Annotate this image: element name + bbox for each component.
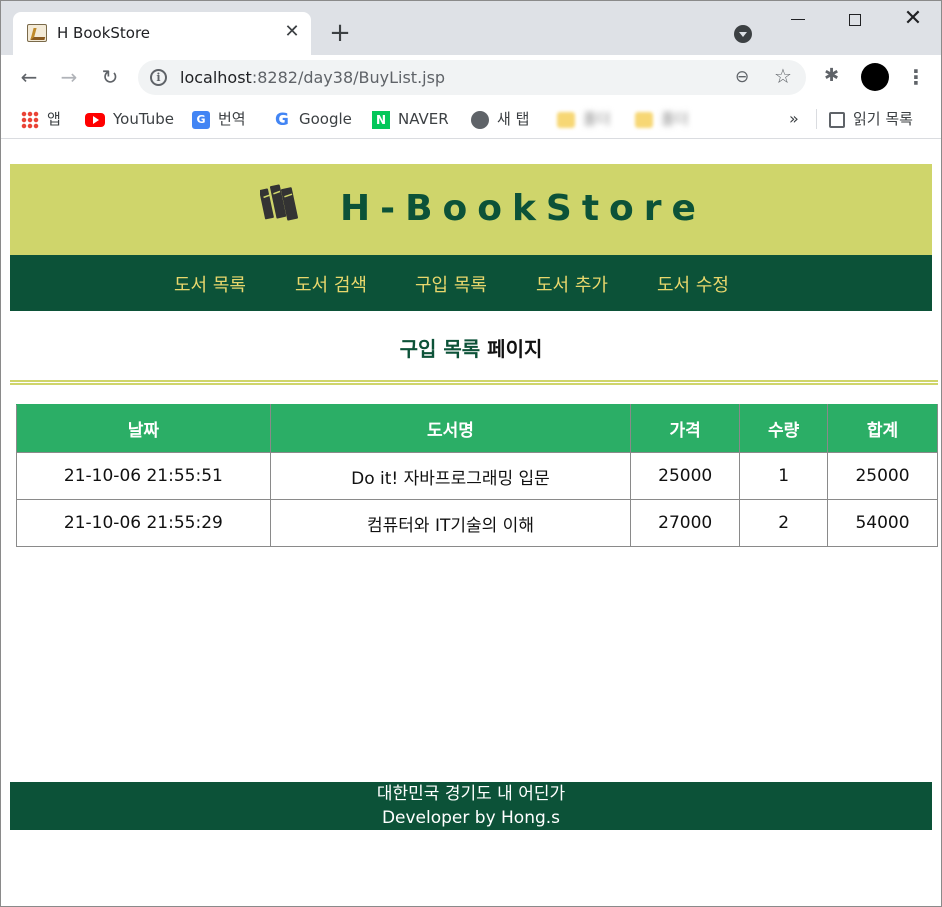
reading-list-label: 읽기 목록 (853, 110, 913, 128)
browser-tab[interactable]: H BookStore ✕ (13, 12, 311, 55)
bookmarks-divider (816, 109, 817, 129)
cell-date: 21-10-06 21:55:51 (16, 452, 271, 500)
nav-book-list[interactable]: 도서 목록 (174, 271, 246, 297)
bookmark-label-blurred: 폴더 (661, 110, 689, 128)
bookmark-label: NAVER (398, 110, 449, 128)
cell-date: 21-10-06 21:55:29 (16, 499, 271, 547)
site-header: H-BookStore (10, 164, 932, 255)
bookmark-apps[interactable]: 앱 (21, 108, 61, 130)
globe-icon (471, 110, 489, 129)
bookmark-label-blurred: 폴더 (583, 110, 611, 128)
bookmark-folder-blurred[interactable]: 폴더 (557, 108, 611, 130)
table-row: 21-10-06 21:55:29 컴퓨터와 IT기술의 이해 27000 2 … (16, 499, 938, 547)
reload-icon[interactable]: ↻ (97, 64, 123, 90)
site-info-icon[interactable]: i (150, 69, 167, 86)
browser-menu-icon[interactable]: ⋮ (906, 65, 926, 89)
bookmark-label: 새 탭 (497, 110, 530, 128)
column-header-date: 날짜 (16, 404, 271, 453)
table-row: 21-10-06 21:55:51 Do it! 자바프로그래밍 입문 2500… (16, 452, 938, 500)
browser-toolbar: ← → ↻ i localhost:8282/day38/BuyList.jsp… (1, 55, 941, 99)
site-nav: 도서 목록 도서 검색 구입 목록 도서 추가 도서 수정 (10, 255, 932, 311)
profile-avatar[interactable] (861, 63, 889, 91)
books-icon (260, 184, 299, 221)
maximize-window-button[interactable] (849, 14, 861, 26)
nav-book-edit[interactable]: 도서 수정 (657, 271, 729, 297)
translate-icon: G (192, 110, 210, 129)
tab-title: H BookStore (57, 24, 151, 42)
url-text[interactable]: localhost:8282/day38/BuyList.jsp (180, 68, 445, 87)
table-header-row: 날짜 도서명 가격 수량 합계 (16, 404, 938, 453)
extensions-puzzle-icon[interactable]: ✱ (824, 66, 844, 86)
cell-title: 컴퓨터와 IT기술의 이해 (269, 499, 632, 547)
cell-price: 27000 (630, 499, 741, 547)
page-title-main: 구입 목록 (399, 337, 481, 361)
column-header-price: 가격 (630, 404, 741, 453)
nav-book-add[interactable]: 도서 추가 (536, 271, 608, 297)
tab-close-icon[interactable]: ✕ (281, 21, 303, 43)
google-icon: G (275, 109, 289, 130)
new-tab-button[interactable]: + (327, 20, 353, 47)
reading-list-button[interactable]: 읽기 목록 (829, 108, 913, 130)
bookmark-label: 앱 (47, 110, 61, 128)
url-host: localhost (180, 68, 252, 87)
zoom-icon[interactable]: ⊖ (735, 68, 753, 86)
page-title: 구입 목록 페이지 (1, 333, 941, 362)
bookmark-star-icon[interactable]: ☆ (774, 66, 794, 86)
bookmark-new-tab[interactable]: 새 탭 (471, 108, 529, 130)
folder-icon (635, 111, 653, 128)
folder-icon (557, 111, 575, 128)
bookmark-folder-blurred[interactable]: 폴더 (635, 108, 689, 130)
youtube-icon (85, 112, 105, 127)
nav-book-search[interactable]: 도서 검색 (295, 271, 367, 297)
apps-grid-icon (21, 110, 39, 129)
column-header-total: 합계 (827, 404, 938, 453)
cell-price: 25000 (630, 452, 741, 500)
site-favicon-icon (27, 24, 47, 42)
back-arrow-icon[interactable]: ← (16, 64, 42, 90)
site-footer: 대한민국 경기도 내 어딘가 Developer by Hong.s (10, 782, 932, 830)
url-path: :8282/day38/BuyList.jsp (251, 68, 446, 87)
close-window-button[interactable]: ✕ (901, 7, 925, 31)
nav-purchase-list[interactable]: 구입 목록 (415, 271, 487, 297)
tab-strip: H BookStore ✕ + ✕ (1, 1, 941, 55)
naver-icon: N (372, 110, 390, 129)
column-header-quantity: 수량 (739, 404, 829, 453)
bookmark-label: 번역 (218, 110, 246, 128)
cell-total: 25000 (827, 452, 938, 500)
bookmarks-bar: 앱 YouTube G 번역 G Google N NAVER 새 탭 폴더 폴더 »… (1, 99, 941, 139)
bookmark-naver[interactable]: N NAVER (372, 108, 449, 130)
purchase-table: 날짜 도서명 가격 수량 합계 21-10-06 21:55:51 Do it!… (16, 404, 938, 547)
bookmark-label: YouTube (113, 110, 174, 128)
divider (10, 380, 938, 385)
page-title-suffix: 페이지 (487, 337, 543, 361)
footer-developer: Developer by Hong.s (381, 808, 561, 828)
site-title: H-BookStore (340, 188, 706, 229)
address-bar[interactable]: i localhost:8282/day38/BuyList.jsp ⊖ ☆ (138, 60, 806, 95)
column-header-title: 도서명 (269, 404, 632, 453)
bookmark-translate[interactable]: G 번역 (192, 108, 246, 130)
bookmark-google[interactable]: G Google (273, 108, 352, 130)
cell-total: 54000 (827, 499, 938, 547)
footer-address: 대한민국 경기도 내 어딘가 (376, 784, 566, 804)
cell-quantity: 1 (739, 452, 829, 500)
more-bookmarks-chevron-icon[interactable]: » (789, 108, 799, 130)
minimize-window-button[interactable] (791, 19, 805, 20)
page-content: H-BookStore 도서 목록 도서 검색 구입 목록 도서 추가 도서 수… (1, 140, 941, 906)
reading-list-icon (829, 111, 845, 128)
cell-quantity: 2 (739, 499, 829, 547)
bookmark-label: Google (299, 110, 352, 128)
forward-arrow-icon[interactable]: → (56, 64, 82, 90)
tab-search-icon[interactable] (734, 25, 752, 43)
bookmark-youtube[interactable]: YouTube (85, 108, 174, 130)
cell-title: Do it! 자바프로그래밍 입문 (269, 452, 632, 500)
